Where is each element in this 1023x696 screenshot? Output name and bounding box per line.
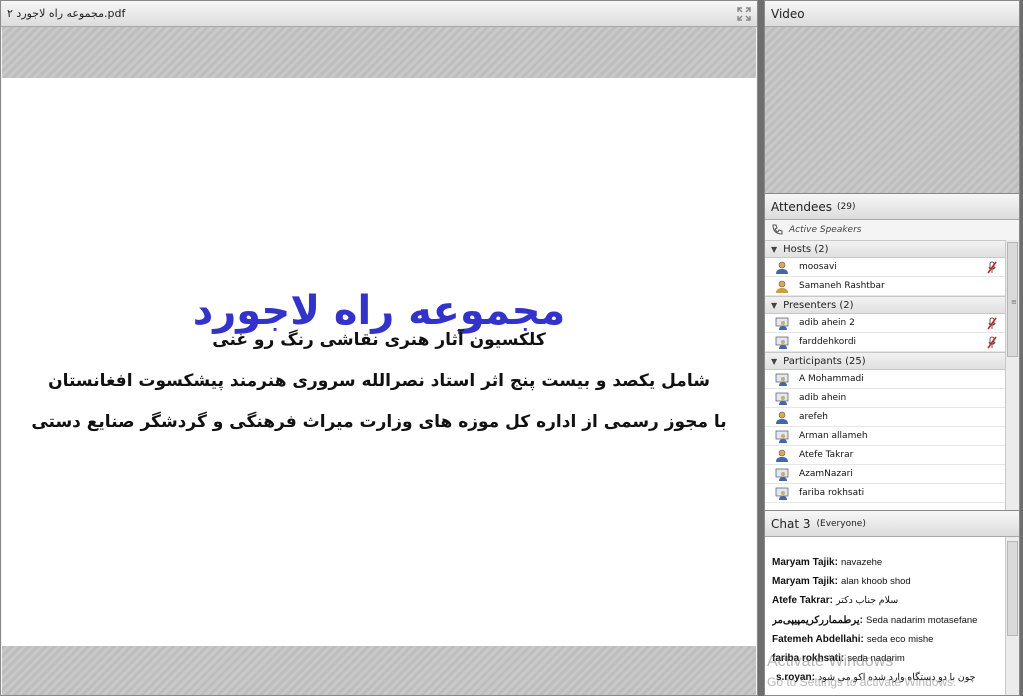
chat-messages: Maryam Tajik: navazehe Maryam Tajik: ala… — [765, 537, 1005, 695]
chat-text: Seda nadarim motasefane — [866, 614, 978, 626]
attendee-scrollbar-thumb[interactable]: ≡ — [1007, 242, 1018, 357]
attendee-name: AzamNazari — [799, 469, 853, 479]
attendee-name: adib ahein — [799, 393, 847, 403]
group-header-presenters[interactable]: ▼ Presenters (2) — [765, 296, 1005, 314]
chat-sender: Maryam Tajik: — [772, 576, 838, 588]
active-speakers-bar[interactable]: Active Speakers — [765, 220, 1019, 241]
chat-message: Atefe Takrar: سلام جناب دکتر — [772, 591, 1005, 610]
group-label: Participants (25) — [783, 355, 866, 367]
share-top-margin — [2, 27, 756, 78]
attendee-name: Atefe Takrar — [799, 450, 854, 460]
share-bottom-margin — [2, 646, 756, 695]
chat-text: seda nadarim — [847, 652, 905, 664]
chat-sender: fariba rokhsati: — [772, 652, 845, 664]
attendee-name: A Mohammadi — [799, 374, 864, 384]
chat-text: navazehe — [840, 557, 883, 568]
attendees-pod: Attendees (29) Active Speakers ▼ Hosts (… — [764, 193, 1020, 511]
group-label: Hosts (2) — [783, 243, 829, 255]
active-speakers-label: Active Speakers — [789, 225, 862, 235]
attendee-name: moosavi — [799, 262, 837, 272]
group-header-hosts[interactable]: ▼ Hosts (2) — [765, 240, 1005, 258]
attendees-title: Attendees — [771, 199, 833, 214]
chat-scope: (Everyone) — [816, 518, 866, 529]
chat-message: Fatemeh Abdellahi: seda eco mishe — [772, 630, 1005, 649]
host-user-icon — [776, 280, 788, 293]
share-pod: مجموعه راه لاجورد ۲.pdf مجموعه راه لاجور… — [0, 0, 758, 696]
grip-icon: ≡ — [1011, 298, 1017, 306]
attendee-row[interactable]: Atefe Takrar — [765, 446, 1005, 465]
slide-title: مجموعه راه لاجورد — [192, 288, 566, 334]
fullscreen-icon[interactable] — [737, 6, 751, 21]
chat-message: Maryam Tajik: navazehe — [772, 553, 1005, 572]
video-title: Video — [771, 6, 805, 21]
attendee-name: arefeh — [799, 412, 828, 422]
participant-user-icon — [775, 373, 789, 386]
chat-sender: s.royan: — [776, 672, 815, 684]
slide-line-3: با مجوز رسمی از اداره کل موزه های وزارت … — [31, 412, 727, 432]
presenter-user-icon — [775, 336, 789, 349]
attendee-name: Arman allameh — [799, 431, 868, 441]
attendee-name: farddehkordi — [799, 337, 857, 347]
chat-scrollbar[interactable] — [1005, 537, 1019, 695]
participant-user-icon — [775, 430, 789, 443]
chat-message: s.royan: چون با دو دستگاه وارد شده اکو م… — [772, 668, 1005, 687]
attendee-scrollbar[interactable]: ≡ — [1005, 240, 1019, 510]
mic-muted-icon[interactable] — [987, 317, 997, 330]
mic-muted-icon[interactable] — [987, 261, 997, 274]
participant-user-icon — [776, 411, 788, 424]
host-user-icon — [776, 261, 788, 274]
chat-text: چون با دو دستگاه وارد شده اکو می شود — [817, 672, 976, 684]
attendees-pod-header: Attendees (29) — [765, 194, 1019, 220]
attendee-name: adib ahein 2 — [799, 318, 855, 328]
chat-message: Maryam Tajik: alan khoob shod — [772, 572, 1005, 591]
attendees-count: (29) — [837, 201, 856, 212]
video-area — [765, 27, 1019, 193]
group-label: Presenters (2) — [783, 299, 854, 311]
phone-icon — [772, 224, 783, 235]
chat-sender: Atefe Takrar: — [772, 595, 833, 607]
attendee-row[interactable]: arefeh — [765, 408, 1005, 427]
chat-pod: Chat 3 (Everyone) Maryam Tajik: navazehe… — [764, 510, 1020, 696]
attendee-list: ▼ Hosts (2) moosavi Samaneh Rashtbar ▼ P… — [765, 240, 1005, 510]
slide-page: مجموعه راه لاجورد کلکسیون آثار هنری نقاش… — [2, 78, 756, 646]
attendee-row[interactable]: farddehkordi — [765, 333, 1005, 352]
attendee-name: fariba rokhsati — [799, 488, 865, 498]
attendee-row[interactable]: Samaneh Rashtbar — [765, 277, 1005, 296]
chat-pod-header: Chat 3 (Everyone) — [765, 511, 1019, 537]
slide-line-1: کلکسیون آثار هنری نقاشی رنگ رو غنی — [212, 330, 546, 350]
attendee-row[interactable]: A Mohammadi — [765, 370, 1005, 389]
attendee-row[interactable]: Arman allameh — [765, 427, 1005, 446]
share-pod-header: مجموعه راه لاجورد ۲.pdf — [1, 1, 757, 27]
chat-title: Chat 3 — [771, 516, 811, 531]
slide-line-2: شامل یکصد و بیست پنج اثر استاد نصرالله س… — [48, 371, 710, 391]
attendee-row[interactable]: AzamNazari — [765, 465, 1005, 484]
video-pod-header: Video — [765, 1, 1019, 27]
participant-user-icon — [775, 392, 789, 405]
collapse-triangle-icon: ▼ — [771, 300, 778, 310]
chat-message: fariba rokhsati: seda nadarim — [772, 649, 1005, 668]
chat-text: alan khoob shod — [840, 576, 911, 588]
participant-user-icon — [775, 468, 789, 481]
chat-sender: یرطمماررکریمپیپی‌مر: — [772, 614, 863, 626]
mic-muted-icon[interactable] — [987, 336, 997, 349]
chat-text: seda eco mishe — [866, 633, 934, 645]
attendee-name: Samaneh Rashtbar — [799, 281, 885, 291]
presenter-user-icon — [775, 317, 789, 330]
collapse-triangle-icon: ▼ — [771, 356, 778, 366]
attendee-row[interactable]: adib ahein — [765, 389, 1005, 408]
chat-sender: Fatemeh Abdellahi: — [772, 633, 864, 645]
chat-scrollbar-thumb[interactable] — [1007, 541, 1018, 636]
collapse-triangle-icon: ▼ — [771, 244, 778, 254]
share-filename: مجموعه راه لاجورد ۲.pdf — [7, 7, 126, 20]
chat-sender: Maryam Tajik: — [772, 557, 838, 568]
attendee-row[interactable]: moosavi — [765, 258, 1005, 277]
group-header-participants[interactable]: ▼ Participants (25) — [765, 352, 1005, 370]
participant-user-icon — [776, 449, 788, 462]
video-pod: Video — [764, 0, 1020, 194]
attendee-row[interactable]: adib ahein 2 — [765, 314, 1005, 333]
chat-message: یرطمماررکریمپیپی‌مر: Seda nadarim motase… — [772, 611, 1005, 630]
chat-text: سلام جناب دکتر — [835, 595, 899, 607]
participant-user-icon — [775, 487, 789, 500]
attendee-row[interactable]: fariba rokhsati — [765, 484, 1005, 503]
